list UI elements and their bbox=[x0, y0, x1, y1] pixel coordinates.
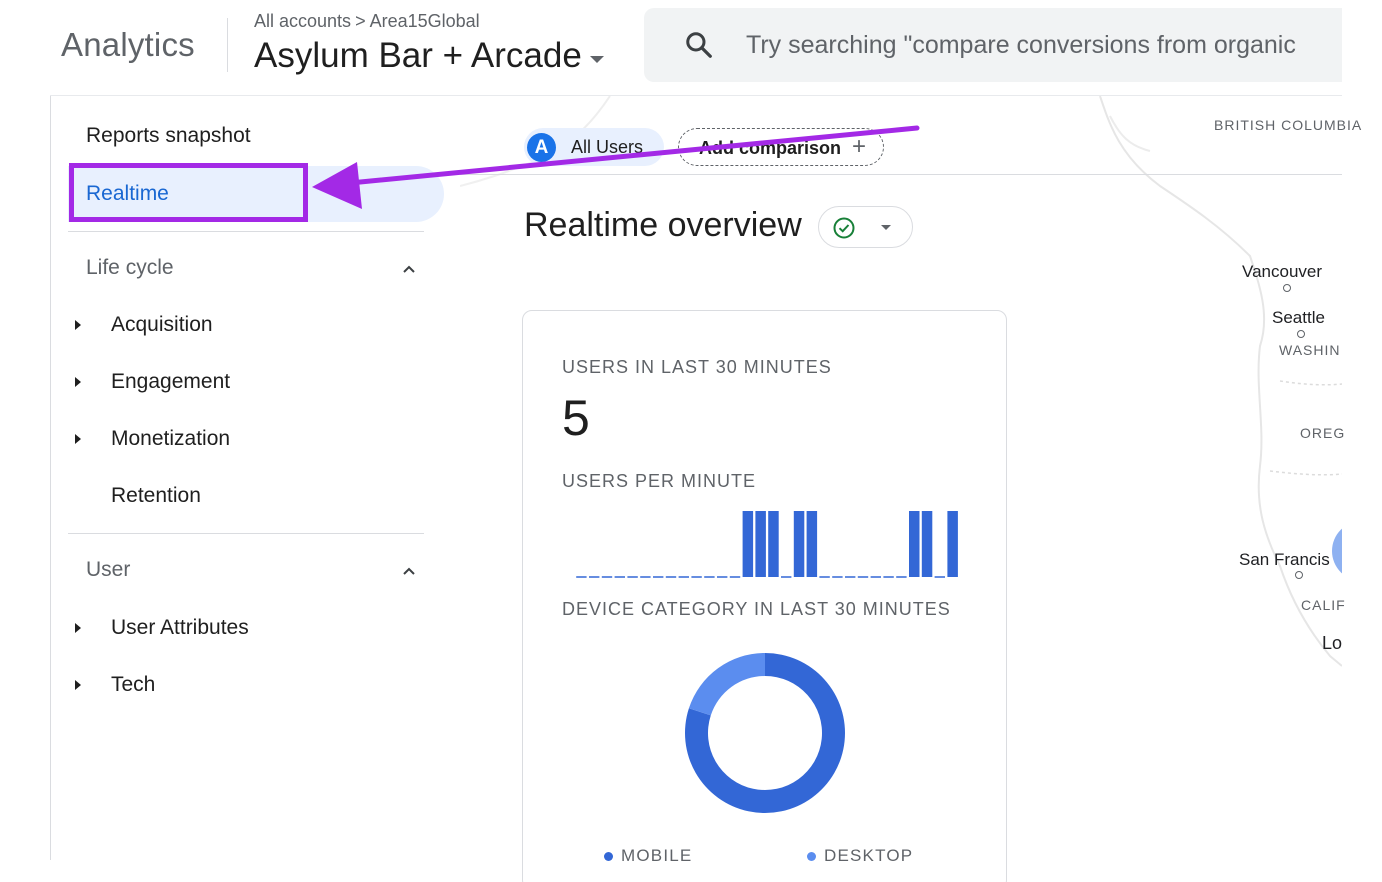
property-name: Asylum Bar + Arcade bbox=[254, 36, 582, 75]
users-per-minute-label: USERS PER MINUTE bbox=[562, 471, 757, 491]
users-per-minute-bar[interactable] bbox=[742, 511, 754, 577]
users-per-minute-bar[interactable] bbox=[921, 511, 933, 577]
users-per-minute-bar[interactable] bbox=[793, 511, 805, 577]
nav-item-monetization[interactable]: Monetization bbox=[111, 427, 230, 451]
users-per-minute-bar[interactable] bbox=[806, 511, 818, 577]
nav-divider bbox=[68, 231, 424, 232]
device-category-label: DEVICE CATEGORY IN LAST 30 MINUTES bbox=[562, 599, 951, 619]
legend-mobile: MOBILE bbox=[604, 846, 692, 866]
users-count: 5 bbox=[562, 390, 590, 446]
brand-divider bbox=[227, 18, 228, 72]
users-card: USERS IN LAST 30 MINUTES 5 USERS PER MIN… bbox=[522, 310, 1007, 882]
breadcrumb[interactable]: All accounts > Area15Global bbox=[254, 11, 480, 32]
users-last-30-label: USERS IN LAST 30 MINUTES bbox=[562, 357, 832, 377]
breadcrumb-all-accounts[interactable]: All accounts bbox=[254, 11, 351, 31]
chevron-up-icon[interactable] bbox=[402, 262, 416, 276]
map-city-label: Lo bbox=[1322, 633, 1343, 653]
page-title: Realtime overview bbox=[524, 206, 802, 244]
check-circle-icon bbox=[833, 217, 855, 239]
map-city-label: Seattle bbox=[1272, 308, 1325, 327]
breadcrumb-separator: > bbox=[355, 11, 366, 31]
property-selector[interactable]: Asylum Bar + Arcade bbox=[254, 36, 604, 76]
search-bar[interactable]: Try searching "compare conversions from … bbox=[644, 8, 1342, 82]
nav-item-acquisition[interactable]: Acquisition bbox=[111, 313, 213, 337]
city-marker-icon bbox=[1297, 330, 1305, 338]
header-divider bbox=[50, 95, 1342, 96]
search-icon bbox=[686, 32, 712, 58]
plus-icon: + bbox=[852, 133, 867, 160]
expand-arrow-icon[interactable] bbox=[75, 680, 81, 690]
segment-avatar: A bbox=[527, 133, 556, 162]
chevron-up-icon[interactable] bbox=[402, 564, 416, 578]
nav-item-retention[interactable]: Retention bbox=[111, 484, 201, 508]
nav-section-lifecycle[interactable]: Life cycle bbox=[86, 256, 174, 280]
all-users-label: All Users bbox=[571, 137, 644, 157]
add-comparison-label: Add comparison bbox=[699, 138, 842, 158]
map-region-label: OREG bbox=[1300, 425, 1346, 441]
add-comparison-button[interactable]: Add comparison + bbox=[678, 128, 884, 166]
expand-arrow-icon[interactable] bbox=[75, 434, 81, 444]
users-per-minute-bar[interactable] bbox=[755, 511, 766, 577]
location-bubble bbox=[1332, 528, 1342, 574]
users-per-minute-bar[interactable] bbox=[947, 511, 958, 577]
legend-desktop: DESKTOP bbox=[807, 846, 913, 866]
nav-item-tech[interactable]: Tech bbox=[111, 673, 155, 697]
city-marker-icon bbox=[1283, 284, 1291, 292]
users-per-minute-bar[interactable] bbox=[768, 511, 779, 577]
expand-arrow-icon[interactable] bbox=[75, 623, 81, 633]
legend-dot-icon bbox=[807, 851, 816, 861]
map-city-label: Vancouver bbox=[1242, 262, 1323, 281]
map-region-label: CALIF bbox=[1301, 597, 1346, 613]
map-city-label: San Francis bbox=[1239, 550, 1330, 569]
legend-dot-icon bbox=[604, 851, 613, 861]
comparison-divider bbox=[460, 174, 1342, 175]
expand-arrow-icon[interactable] bbox=[75, 320, 81, 330]
nav-divider bbox=[68, 533, 424, 534]
legend-desktop-label: DESKTOP bbox=[824, 846, 914, 865]
donut-slice-desktop[interactable] bbox=[688, 653, 765, 716]
all-users-chip[interactable]: A All Users bbox=[524, 128, 664, 166]
nav-reports-snapshot[interactable]: Reports snapshot bbox=[86, 124, 251, 148]
dropdown-arrow-icon bbox=[881, 225, 891, 230]
data-status-dropdown[interactable] bbox=[818, 206, 913, 248]
top-header: Analytics All accounts > Area15Global Asyl… bbox=[0, 0, 1382, 95]
nav-border bbox=[50, 95, 51, 860]
annotation-highlight-box bbox=[69, 163, 308, 222]
legend-mobile-label: MOBILE bbox=[621, 846, 693, 865]
search-placeholder: Try searching "compare conversions from … bbox=[746, 31, 1296, 59]
expand-arrow-icon[interactable] bbox=[75, 377, 81, 387]
map-region-label: BRITISH COLUMBIA bbox=[1214, 117, 1363, 133]
nav-section-user[interactable]: User bbox=[86, 558, 130, 582]
caret-down-icon bbox=[589, 55, 604, 63]
users-per-minute-bar[interactable] bbox=[909, 511, 920, 577]
device-category-donut bbox=[685, 653, 845, 813]
nav-item-user-attributes[interactable]: User Attributes bbox=[111, 616, 249, 640]
map-region-label: WASHIN bbox=[1279, 342, 1341, 358]
users-per-minute-chart bbox=[576, 511, 958, 578]
analytics-brand[interactable]: Analytics bbox=[61, 26, 195, 64]
nav-item-engagement[interactable]: Engagement bbox=[111, 370, 230, 394]
city-marker-icon bbox=[1295, 571, 1303, 579]
breadcrumb-account[interactable]: Area15Global bbox=[370, 11, 480, 31]
